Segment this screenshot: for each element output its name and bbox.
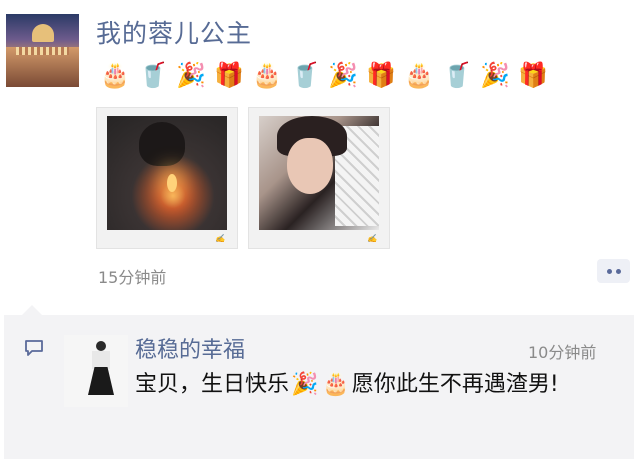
avatar-skirt-shape [88,367,114,395]
comment-text: 宝贝，生日快乐🎉 🎂愿你此生不再遇渣男! [135,367,630,403]
gift-box-icon: 🎁 [366,61,396,89]
more-actions-button[interactable] [597,259,630,283]
post-photo-2[interactable]: ✍ [248,107,390,249]
birthday-cake-icon: 🎂 [322,372,350,397]
avatar-dome-shape [32,24,54,42]
gift-box-icon: 🎁 [518,61,548,89]
more-dot-icon [615,268,621,274]
photo-2-image [259,116,379,230]
photo-1-figure [139,122,185,166]
commenter-avatar[interactable] [64,335,128,407]
candle-glow [167,174,177,192]
post-photo-1[interactable]: ✍ [96,107,238,249]
avatar-building-shape [6,47,79,87]
gift-box-icon: 🎁 [214,61,244,89]
comment-section: 稳稳的幸福 10分钟前 宝贝，生日快乐🎉 🎂愿你此生不再遇渣男! [4,305,634,459]
comment-bubble-icon [25,340,43,356]
more-dot-icon [606,268,612,274]
commenter-name[interactable]: 稳稳的幸福 [135,332,245,364]
post-author-name[interactable]: 我的蓉儿公主 [96,14,252,50]
party-popper-icon: 🎉 [291,372,319,397]
drink-cup-icon: 🥤 [290,61,320,89]
author-avatar[interactable] [6,14,79,87]
post-timestamp: 15分钟前 [98,268,167,287]
drink-cup-icon: 🥤 [138,61,168,89]
party-popper-icon: 🎉 [176,61,206,89]
comment-timestamp: 10分钟前 [528,343,597,362]
photo-2-face [287,138,333,194]
birthday-cake-icon: 🎂 [252,61,282,89]
photo-2-signature: ✍ [367,234,377,243]
photo-1-signature: ✍ [215,234,225,243]
avatar-top-shape [92,351,110,369]
post-emoji-row: 🎂 🥤 🎉 🎁 🎂 🥤 🎉 🎁 🎂 🥤 🎉 🎁 [98,58,550,92]
avatar-head-shape [96,341,106,351]
birthday-cake-icon: 🎂 [404,61,434,89]
party-popper-icon: 🎉 [480,61,510,89]
drink-cup-icon: 🥤 [442,61,472,89]
photo-1-image [107,116,227,230]
birthday-cake-icon: 🎂 [100,61,130,89]
party-popper-icon: 🎉 [328,61,358,89]
comment-text-before: 宝贝，生日快乐 [135,372,290,397]
comment-text-after: 愿你此生不再遇渣男! [351,372,559,397]
